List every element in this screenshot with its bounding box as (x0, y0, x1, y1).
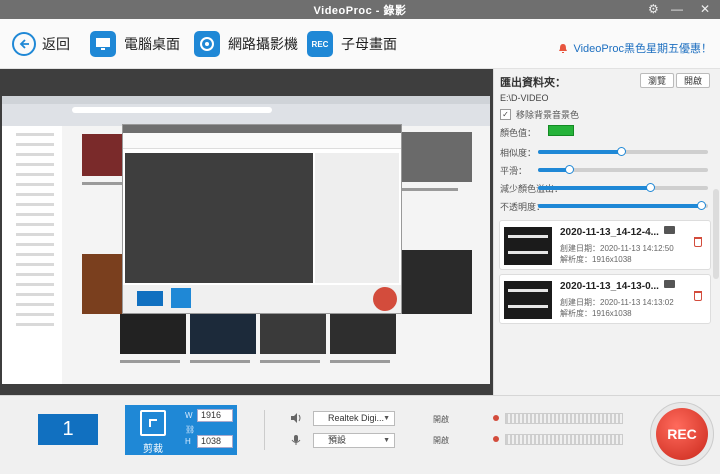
checkbox[interactable]: ✓ (500, 109, 511, 120)
video-thumbnail (190, 314, 256, 354)
recording-item[interactable]: 2020-11-13_14-13-0... 創建日期：2020-11-13 14… (499, 274, 711, 324)
window-title: VideoProc - 錄影 (313, 5, 407, 17)
browser-chrome (2, 96, 490, 126)
link-icon: ⛓ (185, 425, 196, 434)
tab-desktop-label: 電腦桌面 (124, 36, 180, 52)
nested-app-window (122, 124, 402, 314)
mic-level-meter (505, 434, 623, 445)
recording-name: 2020-11-13_14-13-0... (560, 281, 659, 292)
audio-device-value: Realtek Digi... (328, 413, 385, 423)
record-button[interactable]: REC (650, 402, 714, 466)
video-thumbnail (398, 132, 472, 182)
trash-icon[interactable] (694, 291, 702, 301)
settings-panel: 匯出資料夾： 瀏覽 開啟 E:\D-VIDEO ✓ 移除背景音景色 顏色值： 相… (493, 69, 720, 395)
scrollbar[interactable] (713, 189, 719, 279)
browse-button[interactable]: 瀏覽 (640, 73, 674, 88)
video-thumbnail (330, 314, 396, 354)
video-thumbnail (398, 250, 472, 314)
recording-name: 2020-11-13_14-12-4... (560, 227, 659, 238)
microphone-icon (291, 435, 301, 445)
minimize-icon[interactable]: — (671, 1, 683, 18)
recording-item[interactable]: 2020-11-13_14-12-4... 創建日期：2020-11-13 14… (499, 220, 711, 270)
recording-thumbnail (504, 227, 552, 265)
tab-pip[interactable]: REC 子母畫面 (307, 31, 397, 57)
divider (264, 410, 265, 450)
recording-resolution: 解析度：1916x1038 (560, 255, 632, 264)
spill-reduction-slider[interactable] (538, 183, 708, 192)
recording-resolution: 解析度：1916x1038 (560, 309, 632, 318)
width-label: W (185, 411, 193, 420)
mic-level-label: 開啟 (433, 436, 449, 445)
opacity-slider[interactable] (538, 201, 708, 210)
monitor-icon (90, 31, 116, 57)
tab-desktop[interactable]: 電腦桌面 (90, 31, 180, 57)
crop-label: 剪裁 (143, 444, 163, 455)
mic-device-value: 預設 (328, 435, 347, 445)
video-thumbnail (120, 314, 186, 354)
height-input[interactable]: 1038 (197, 435, 233, 448)
similarity-label: 相似度： (500, 148, 537, 158)
speaker-level-indicator (493, 415, 499, 421)
smoothness-slider[interactable] (538, 165, 708, 174)
tab-webcam-label: 網路攝影機 (228, 36, 298, 52)
speaker-level-label: 開啟 (433, 415, 449, 424)
folder-icon[interactable] (664, 226, 675, 234)
webcam-icon (194, 31, 220, 57)
back-button[interactable]: 返回 (12, 31, 70, 57)
browser-sidebar (2, 126, 62, 384)
screen-selector[interactable]: 1 (38, 414, 98, 445)
key-color-swatch[interactable] (548, 125, 574, 136)
speaker-icon (291, 413, 301, 423)
tab-pip-label: 子母畫面 (341, 36, 397, 52)
open-folder-button[interactable]: 開啟 (676, 73, 710, 88)
title-bar: VideoProc - 錄影 ⚙ — ✕ (0, 0, 720, 19)
toolbar: 返回 電腦桌面 網路攝影機 REC 子母畫面 VideoProc黑色星期五優惠！ (0, 19, 720, 69)
video-thumbnail (260, 314, 326, 354)
green-screen-label: 移除背景音景色 (516, 110, 580, 120)
back-label: 返回 (42, 36, 70, 52)
recording-created: 創建日期：2020-11-13 14:12:50 (560, 244, 674, 253)
screen-preview[interactable] (2, 96, 490, 384)
audio-device-select[interactable]: Realtek Digi... ▼ (313, 411, 395, 426)
mic-level-indicator (493, 436, 499, 442)
close-icon[interactable]: ✕ (700, 1, 710, 18)
key-color-label: 顏色值： (500, 128, 537, 138)
control-bar: 1 剪裁 W 1916 ⛓ H 1038 ✓ Realtek Digi... ▼… (0, 395, 720, 474)
trash-icon[interactable] (694, 237, 702, 247)
height-label: H (185, 437, 191, 446)
chevron-down-icon: ▼ (383, 415, 390, 422)
bell-icon (559, 43, 568, 53)
preview-area (0, 69, 493, 395)
crop-icon[interactable] (140, 410, 166, 436)
rec-pip-icon: REC (307, 31, 333, 57)
chevron-down-icon: ▼ (383, 437, 390, 444)
smoothness-label: 平滑： (500, 166, 528, 176)
folder-icon[interactable] (664, 280, 675, 288)
export-path: E:\D-VIDEO (500, 93, 549, 103)
recording-thumbnail (504, 281, 552, 319)
recording-created: 創建日期：2020-11-13 14:13:02 (560, 298, 674, 307)
rec-label: REC (656, 408, 708, 460)
video-thumbnail (82, 134, 126, 176)
export-folder-heading: 匯出資料夾： (500, 77, 566, 89)
promo-link[interactable]: VideoProc黑色星期五優惠！ (558, 40, 712, 56)
tab-webcam[interactable]: 網路攝影機 (194, 31, 298, 57)
similarity-slider[interactable] (538, 147, 708, 156)
gear-icon[interactable]: ⚙ (648, 1, 659, 18)
crop-panel: 剪裁 W 1916 ⛓ H 1038 (125, 405, 237, 455)
width-input[interactable]: 1916 (197, 409, 233, 422)
speaker-level-meter (505, 413, 623, 424)
back-arrow-icon (12, 32, 36, 56)
green-screen-toggle[interactable]: ✓ 移除背景音景色 (500, 108, 579, 121)
mic-device-select[interactable]: 預設 ▼ (313, 433, 395, 448)
promo-text: VideoProc黑色星期五優惠！ (573, 43, 712, 55)
